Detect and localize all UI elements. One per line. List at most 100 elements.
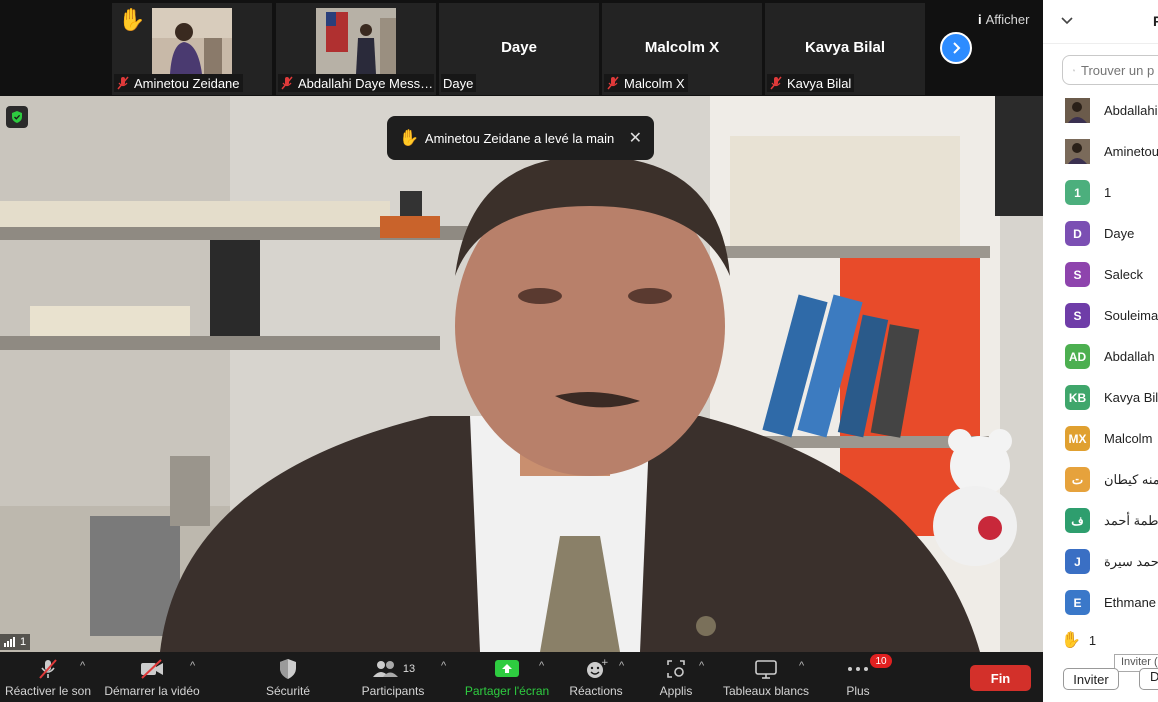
panel-more-button[interactable]: D <box>1139 668 1158 690</box>
thumbnail-strip: ✋ Aminetou Zeidane Abdallahi Daye Mess… … <box>0 0 1043 96</box>
reactions-smiley-icon: + <box>584 656 608 682</box>
thumbnail-name-plate: Malcolm X <box>604 74 688 92</box>
active-speaker-video: ✋ Aminetou Zeidane a levé la main ✕ 1 <box>0 96 1043 652</box>
whiteboards-options-chevron-icon[interactable]: ^ <box>799 660 804 672</box>
muted-mic-icon <box>117 76 129 90</box>
thumbnail-kavya[interactable]: Kavya Bilal Kavya Bilal <box>765 3 925 95</box>
participant-row[interactable]: ت منه كيطان <box>1043 459 1158 500</box>
participant-row[interactable]: ف طمة أحمد <box>1043 500 1158 541</box>
participant-row[interactable]: E Ethmane <box>1043 582 1158 615</box>
participant-row[interactable]: AD Abdallah <box>1043 336 1158 377</box>
zoom-meeting-window: ✋ Aminetou Zeidane Abdallahi Daye Mess… … <box>0 0 1158 702</box>
thumbnail-name: Daye <box>443 75 474 91</box>
participants-options-chevron-icon[interactable]: ^ <box>441 660 446 672</box>
share-screen-icon <box>494 656 520 682</box>
avatar: J <box>1065 549 1090 574</box>
start-video-button[interactable]: Démarrer la vidéo <box>104 652 200 702</box>
thumbnail-name: Abdallahi Daye Mess… <box>298 75 434 91</box>
participant-name: Kavya Bila <box>1104 390 1158 405</box>
search-icon <box>1073 69 1075 71</box>
participant-row[interactable]: S Saleck <box>1043 254 1158 295</box>
participant-name: Souleima <box>1104 308 1158 323</box>
participant-row[interactable]: KB Kavya Bila <box>1043 377 1158 418</box>
participant-row[interactable]: 11 <box>1043 172 1158 213</box>
avatar: ت <box>1065 467 1090 492</box>
more-dots-icon <box>846 656 870 682</box>
participant-search[interactable] <box>1062 55 1158 85</box>
raised-hands-summary: ✋ 1 <box>1061 630 1096 650</box>
participant-name: حمد سيرة <box>1104 553 1158 569</box>
unmute-label: Réactiver le son <box>4 684 92 698</box>
shield-icon <box>277 656 299 682</box>
search-input[interactable] <box>1081 62 1158 78</box>
participant-row[interactable]: J حمد سيرة <box>1043 541 1158 582</box>
audio-options-chevron-icon[interactable]: ^ <box>80 660 85 672</box>
avatar <box>1065 98 1090 123</box>
participant-row[interactable]: Abdallahi <box>1043 90 1158 131</box>
thumbnail-malcolm[interactable]: Malcolm X Malcolm X <box>602 3 762 95</box>
share-screen-label: Partager l'écran <box>464 684 550 698</box>
next-page-button[interactable] <box>940 32 972 64</box>
thumbnail-name: Kavya Bilal <box>787 75 852 91</box>
avatar: MX <box>1065 426 1090 451</box>
participant-name: 1 <box>1104 185 1112 200</box>
apps-button[interactable]: Applis <box>652 652 700 702</box>
share-options-chevron-icon[interactable]: ^ <box>539 660 544 672</box>
participant-name: Abdallah <box>1104 349 1155 364</box>
avatar: S <box>1065 303 1090 328</box>
participants-label: Participants <box>361 684 425 698</box>
avatar: D <box>1065 221 1090 246</box>
close-icon[interactable]: ✕ <box>629 128 642 148</box>
speaker-video-frame <box>0 96 1043 652</box>
unmute-button[interactable]: Réactiver le son <box>4 652 92 702</box>
participants-count: 13 <box>402 663 416 675</box>
thumbnail-big-name: Kavya Bilal <box>804 39 886 56</box>
participant-name: Abdallahi <box>1104 103 1158 118</box>
participant-photo <box>316 8 396 74</box>
participant-name: Saleck <box>1104 267 1144 282</box>
thumbnail-name-plate: Kavya Bilal <box>767 74 855 92</box>
participant-row[interactable]: D Daye <box>1043 213 1158 254</box>
raised-hand-icon: ✋ <box>1061 632 1081 649</box>
video-options-chevron-icon[interactable]: ^ <box>190 660 195 672</box>
participant-name: Aminetou <box>1104 144 1158 159</box>
reactions-button[interactable]: + Réactions <box>566 652 626 702</box>
encryption-shield-icon[interactable] <box>6 106 28 128</box>
whiteboards-label: Tableaux blancs <box>722 684 810 698</box>
security-button[interactable]: Sécurité <box>258 652 318 702</box>
avatar: S <box>1065 262 1090 287</box>
thumbnail-daye[interactable]: Daye Daye <box>439 3 599 95</box>
raised-hand-icon: ✋ <box>118 7 146 32</box>
whiteboard-icon <box>754 656 778 682</box>
connection-indicator[interactable]: 1 <box>0 634 31 650</box>
participant-row[interactable]: Aminetou <box>1043 131 1158 172</box>
signal-count: 1 <box>20 636 27 648</box>
info-icon: i <box>978 12 982 27</box>
participant-photo <box>152 8 232 74</box>
thumbnail-aminetou[interactable]: ✋ Aminetou Zeidane <box>112 3 272 95</box>
apps-options-chevron-icon[interactable]: ^ <box>699 660 704 672</box>
apps-icon <box>665 656 687 682</box>
start-video-label: Démarrer la vidéo <box>104 684 200 698</box>
notification-message: Aminetou Zeidane a levé la main <box>424 130 615 146</box>
video-off-icon <box>139 656 165 682</box>
show-view-button[interactable]: i Afficher <box>978 12 1029 27</box>
panel-header: P <box>1043 0 1158 44</box>
raised-hands-count: 1 <box>1088 632 1097 648</box>
invite-button[interactable]: Inviter <box>1063 668 1119 690</box>
avatar: 1 <box>1065 180 1090 205</box>
muted-mic-icon <box>281 76 293 90</box>
thumbnail-big-name: Malcolm X <box>644 39 720 56</box>
end-meeting-button[interactable]: Fin <box>970 665 1031 691</box>
thumbnail-abdallahi[interactable]: Abdallahi Daye Mess… <box>276 3 436 95</box>
avatar: ف <box>1065 508 1090 533</box>
chevron-down-icon[interactable] <box>1061 14 1073 28</box>
thumbnail-name: Malcolm X <box>624 75 685 91</box>
participant-row[interactable]: S Souleima <box>1043 295 1158 336</box>
muted-mic-icon <box>770 76 782 90</box>
participant-row[interactable]: MX Malcolm <box>1043 418 1158 459</box>
participants-button[interactable]: 13 Participants <box>358 652 428 702</box>
thumbnail-name: Aminetou Zeidane <box>134 75 240 91</box>
avatar: E <box>1065 590 1090 615</box>
reactions-options-chevron-icon[interactable]: ^ <box>619 660 624 672</box>
